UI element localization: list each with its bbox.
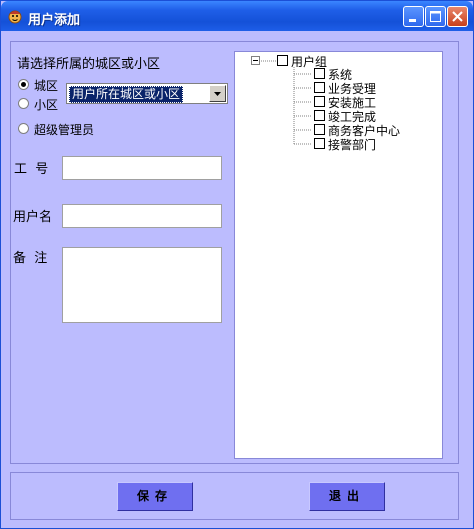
- employee-no-input[interactable]: [62, 156, 222, 180]
- username-input[interactable]: [62, 204, 222, 228]
- area-select[interactable]: 用户所在城区或小区: [66, 83, 228, 104]
- tree-item-checkbox-system[interactable]: [314, 68, 325, 79]
- action-bar: [10, 472, 459, 520]
- tree-item-checkbox-commercial[interactable]: [314, 124, 325, 135]
- radio-super-admin[interactable]: [18, 123, 29, 134]
- employee-no-label: 工 号: [14, 162, 49, 177]
- close-icon: [452, 11, 463, 22]
- maximize-icon: [430, 11, 441, 22]
- tree-root-checkbox[interactable]: [277, 55, 288, 66]
- tree-item-checkbox-alarm[interactable]: [314, 138, 325, 149]
- close-button[interactable]: [447, 6, 468, 27]
- radio-community[interactable]: [18, 98, 29, 109]
- tree-item-checkbox-business[interactable]: [314, 82, 325, 93]
- area-prompt: 请选择所属的城区或小区: [17, 57, 161, 72]
- user-add-window: 用户添加 请选择所属的城区或小区 城区 小区 超级管理员 用户所在城区或小区 工…: [0, 0, 474, 529]
- chevron-down-icon: [214, 92, 221, 96]
- radio-community-label: 小区: [34, 98, 59, 112]
- user-group-tree[interactable]: 用户组 系统 业务受理 安装施工 竣工完成 商务客户中心 接警部门: [234, 51, 443, 459]
- tree-collapse-toggle[interactable]: [251, 56, 260, 65]
- radio-district-label: 城区: [34, 79, 59, 93]
- tree-item-checkbox-install[interactable]: [314, 96, 325, 107]
- remark-label: 备 注: [13, 251, 48, 266]
- exit-button[interactable]: 退出: [309, 482, 385, 511]
- tree-item-checkbox-complete[interactable]: [314, 110, 325, 121]
- minimize-button[interactable]: [403, 6, 424, 27]
- remark-textarea[interactable]: [62, 247, 222, 323]
- minimize-icon: [409, 19, 416, 22]
- window-title: 用户添加: [28, 13, 81, 28]
- radio-super-admin-label: 超级管理员: [34, 123, 95, 137]
- radio-district[interactable]: [18, 79, 29, 90]
- area-select-dropdown-button[interactable]: [209, 85, 226, 102]
- username-label: 用户名: [13, 210, 53, 225]
- app-icon: [8, 10, 22, 24]
- title-bar[interactable]: 用户添加: [1, 1, 473, 31]
- area-select-value: 用户所在城区或小区: [69, 86, 184, 103]
- maximize-button[interactable]: [425, 6, 446, 27]
- save-button[interactable]: 保存: [117, 482, 193, 511]
- tree-item-alarm[interactable]: 接警部门: [328, 136, 376, 153]
